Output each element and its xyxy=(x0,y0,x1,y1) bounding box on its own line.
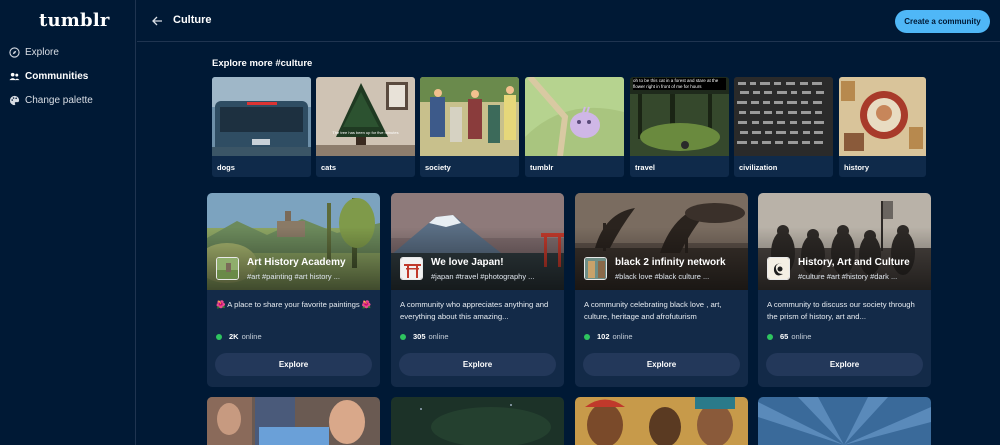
community-card-partial[interactable] xyxy=(758,397,931,445)
palette-icon xyxy=(8,94,20,106)
explore-button[interactable]: Explore xyxy=(583,353,740,376)
online-count: 2K xyxy=(229,332,239,341)
online-count: 305 xyxy=(413,332,426,341)
community-card-history-art-and-culture: History, Art and Culture #culture #art #… xyxy=(758,193,931,387)
online-count: 102 xyxy=(597,332,610,341)
community-description: A community to discuss our society throu… xyxy=(767,300,915,321)
tag-card-travel[interactable]: oh to be this cat in a forest and stare … xyxy=(630,77,729,177)
page-header: Culture Create a community xyxy=(137,0,1000,42)
online-dot-icon xyxy=(216,333,222,340)
online-dot-icon xyxy=(767,333,773,340)
online-label: online xyxy=(428,332,449,341)
create-community-button[interactable]: Create a community xyxy=(895,10,990,33)
online-label: online xyxy=(791,332,812,341)
online-status: 102 online xyxy=(584,332,633,341)
compass-icon xyxy=(8,46,20,58)
community-name[interactable]: History, Art and Culture xyxy=(798,257,910,268)
online-status: 305 online xyxy=(400,332,449,341)
thumbnail-caption: The tree has been up for five minutes xyxy=(332,130,399,135)
sidebar-item-label: Explore xyxy=(25,46,59,58)
sidebar-item-label: Change palette xyxy=(25,94,93,106)
community-description: 🌺 A place to share your favorite paintin… xyxy=(216,300,372,309)
sidebar-item-explore[interactable]: Explore xyxy=(8,43,59,61)
tag-thumbnail xyxy=(734,77,833,156)
tag-label: cats xyxy=(321,163,337,172)
tag-card-history[interactable]: history xyxy=(839,77,926,177)
tag-thumbnail xyxy=(420,77,519,156)
explore-button[interactable]: Explore xyxy=(399,353,556,376)
tag-thumbnail: The tree has been up for five minutes xyxy=(316,77,415,156)
community-name[interactable]: We love Japan! xyxy=(431,257,504,268)
community-card-partial[interactable] xyxy=(207,397,380,445)
community-avatar xyxy=(216,257,239,280)
online-dot-icon xyxy=(584,333,590,340)
sidebar: tumblr Explore Communities Change palett… xyxy=(0,0,136,445)
online-status: 65 online xyxy=(767,332,811,341)
people-icon xyxy=(8,70,20,82)
community-avatar xyxy=(584,257,607,280)
online-label: online xyxy=(612,332,633,341)
community-card-art-history-academy: Art History Academy #art #painting #art … xyxy=(207,193,380,387)
community-tags: #art #painting #art history ... xyxy=(247,272,340,281)
back-arrow-icon[interactable] xyxy=(151,14,163,26)
community-card-partial[interactable] xyxy=(575,397,748,445)
community-tags: #japan #travel #photography ... xyxy=(431,272,535,281)
sidebar-item-label: Communities xyxy=(25,70,89,82)
online-status: 2K online xyxy=(216,332,262,341)
tag-card-dogs[interactable]: dogs xyxy=(212,77,311,177)
tag-label: society xyxy=(425,163,451,172)
tag-label: dogs xyxy=(217,163,235,172)
sidebar-item-change-palette[interactable]: Change palette xyxy=(8,91,93,109)
community-avatar xyxy=(400,257,423,280)
tag-thumbnail xyxy=(839,77,926,156)
tag-card-tumblr[interactable]: tumblr xyxy=(525,77,624,177)
online-label: online xyxy=(241,332,262,341)
tag-label: history xyxy=(844,163,870,172)
tag-label: civilization xyxy=(739,163,778,172)
community-card-we-love-japan: We love Japan! #japan #travel #photograp… xyxy=(391,193,564,387)
tumblr-logo[interactable]: tumblr xyxy=(39,10,110,31)
community-name[interactable]: Art History Academy xyxy=(247,257,346,268)
online-dot-icon xyxy=(400,333,406,340)
explore-button[interactable]: Explore xyxy=(766,353,923,376)
sidebar-item-communities[interactable]: Communities xyxy=(8,67,88,85)
tag-thumbnail xyxy=(212,77,311,156)
community-description: A community celebrating black love , art… xyxy=(584,300,722,321)
community-description: A community who appreciates anything and… xyxy=(400,300,549,321)
explore-section-title: Explore more #culture xyxy=(212,58,313,69)
thumbnail-caption: oh to be this cat in a forest and stare … xyxy=(633,78,726,90)
tag-card-cats[interactable]: The tree has been up for five minutes ca… xyxy=(316,77,415,177)
tag-thumbnail: oh to be this cat in a forest and stare … xyxy=(630,77,729,156)
tag-thumbnail xyxy=(525,77,624,156)
explore-button[interactable]: Explore xyxy=(215,353,372,376)
tag-label: travel xyxy=(635,163,656,172)
community-tags: #black love #black culture ... xyxy=(615,272,710,281)
page-title: Culture xyxy=(173,14,212,26)
tag-label: tumblr xyxy=(530,163,554,172)
tag-card-society[interactable]: society xyxy=(420,77,519,177)
tag-card-civilization[interactable]: civilization xyxy=(734,77,833,177)
community-avatar xyxy=(767,257,790,280)
community-card-black-2-infinity-network: black 2 infinity network #black love #bl… xyxy=(575,193,748,387)
community-tags: #culture #art #history #dark ... xyxy=(798,272,898,281)
online-count: 65 xyxy=(780,332,789,341)
community-card-partial[interactable] xyxy=(391,397,564,445)
community-name[interactable]: black 2 infinity network xyxy=(615,257,726,268)
